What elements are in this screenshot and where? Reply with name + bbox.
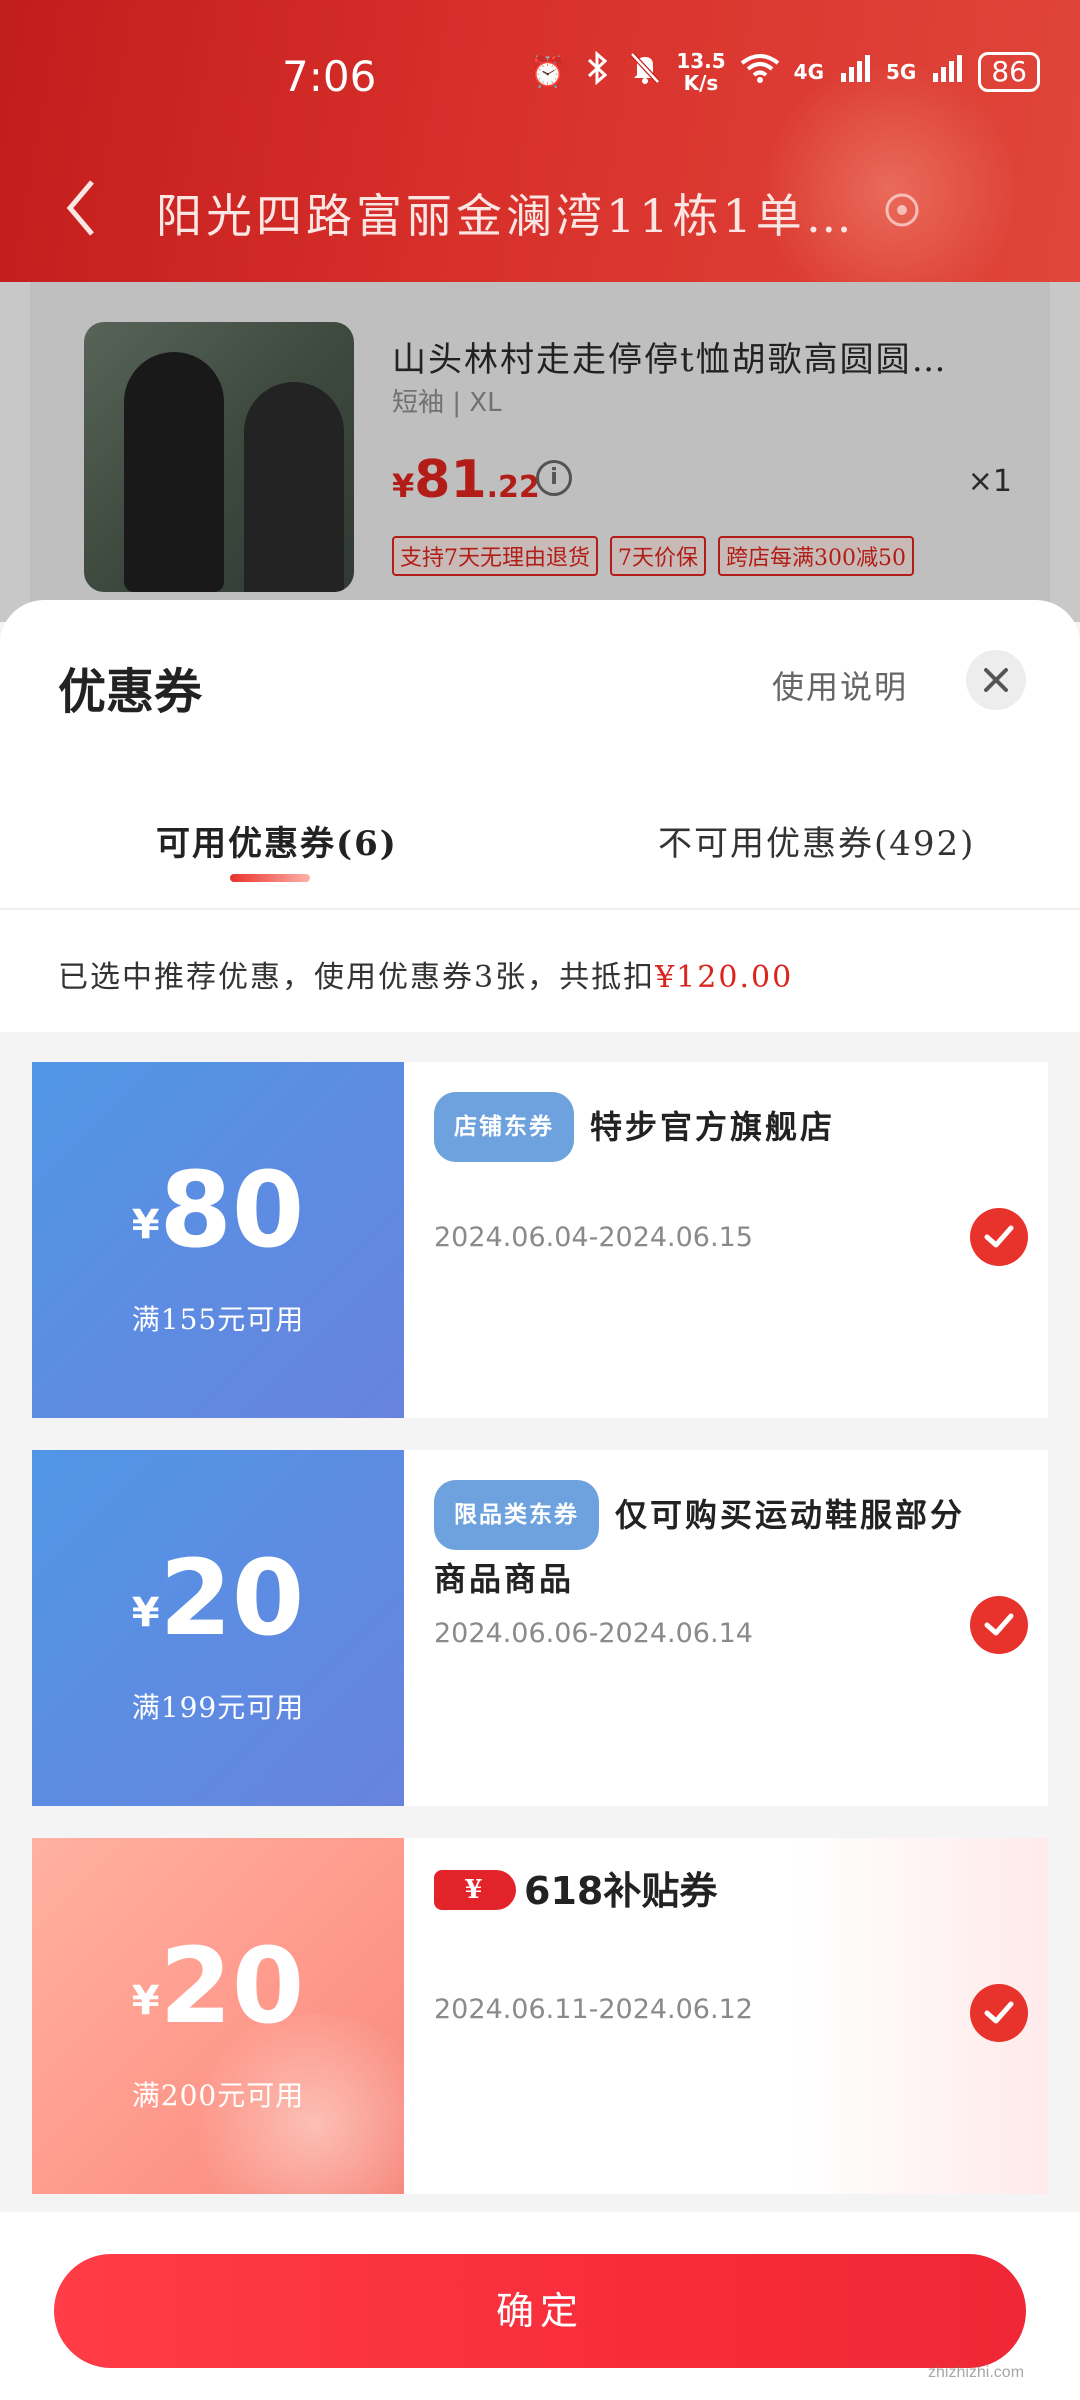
coupon-checkbox[interactable] <box>970 1984 1028 2042</box>
price-decimal: .22 <box>486 470 540 505</box>
network-speed-value: 13.5 <box>676 49 726 73</box>
usage-instructions-link[interactable]: 使用说明 <box>772 662 908 708</box>
coupon-card[interactable]: ¥80 满155元可用 店铺东券 特步官方旗舰店 2024.06.04-2024.… <box>32 1062 1048 1418</box>
network-speed-unit: K/s <box>683 71 719 95</box>
product-image <box>84 322 354 592</box>
coupon-tabs: 可用优惠券(6) 不可用优惠券(492) <box>0 800 1080 910</box>
coupon-amount-value: 20 <box>159 1925 305 2047</box>
header: 7:06 ⏰ 13.5 K/s 4G 5G 86 阳光四路富丽金澜湾11栋1单… <box>0 0 1080 282</box>
tab-available[interactable]: 可用优惠券(6) <box>156 816 398 865</box>
check-icon <box>984 1613 1014 1636</box>
coupon-amount: ¥20 <box>32 1546 404 1650</box>
product-tag: 7天价保 <box>610 536 706 576</box>
coupon-detail-panel: ¥618补贴券 2024.06.11-2024.06.12 <box>404 1838 1048 2194</box>
coupon-title: 特步官方旗舰店 <box>590 1108 836 1146</box>
coupon-type-label: 店铺东券 <box>434 1092 574 1162</box>
watermark: zhizhizhi.com <box>928 2364 1025 2381</box>
price-integer: 81 <box>414 450 487 510</box>
coupon-value-panel: ¥20 满200元可用 <box>32 1838 444 2194</box>
tab-unavailable[interactable]: 不可用优惠券(492) <box>658 816 975 865</box>
coupon-amount-value: 20 <box>159 1537 305 1659</box>
coupon-currency: ¥ <box>131 1978 160 2024</box>
price-currency: ¥ <box>392 467 415 505</box>
check-icon <box>984 1225 1014 1248</box>
product-title: 山头林村走走停停t恤胡歌高圆圆… <box>392 340 948 380</box>
discount-summary: 已选中推荐优惠，使用优惠券3张，共抵扣¥120.00 <box>58 952 793 996</box>
coupon-checkbox[interactable] <box>970 1208 1028 1266</box>
network-5g: 5G <box>886 60 917 84</box>
product-spec: 短袖 | XL <box>392 388 502 418</box>
alarm-icon: ⏰ <box>528 54 567 90</box>
wifi-icon <box>740 53 780 91</box>
coupon-type-label: 限品类东券 <box>434 1480 599 1550</box>
bluetooth-icon <box>580 50 614 93</box>
product-tag: 支持7天无理由退货 <box>392 536 598 576</box>
coupon-card[interactable]: ¥20 满199元可用 限品类东券 仅可购买运动鞋服部分商品商品 2024.06.… <box>32 1450 1048 1806</box>
coupon-list: ¥80 满155元可用 店铺东券 特步官方旗舰店 2024.06.04-2024.… <box>0 1032 1080 2212</box>
sheet-title: 优惠券 <box>58 664 203 720</box>
coupon-title: 618补贴券 <box>524 1869 718 1913</box>
coupon-date: 2024.06.06-2024.06.14 <box>434 1618 753 1649</box>
address-bar: 阳光四路富丽金澜湾11栋1单… <box>0 160 1080 260</box>
battery-indicator: 86 <box>978 52 1040 92</box>
coupon-value-panel: ¥20 满199元可用 <box>32 1450 404 1806</box>
summary-text: 已选中推荐优惠，使用优惠券3张，共抵扣 <box>58 960 656 995</box>
subsidy-badge: ¥ <box>434 1870 516 1910</box>
product-tags: 支持7天无理由退货 7天价保 跨店每满300减50 <box>392 536 914 576</box>
coupon-detail-panel: 限品类东券 仅可购买运动鞋服部分商品商品 2024.06.06-2024.06.1… <box>404 1450 1048 1806</box>
location-pin-icon[interactable] <box>880 190 924 234</box>
coupon-currency: ¥ <box>131 1202 160 1248</box>
coupon-currency: ¥ <box>131 1590 160 1636</box>
summary-amount: ¥120.00 <box>655 960 794 995</box>
info-icon[interactable]: i <box>536 460 572 496</box>
coupon-amount: ¥80 <box>32 1158 404 1262</box>
signal-icon-2 <box>930 53 964 91</box>
tab-active-indicator <box>230 874 310 882</box>
coupon-date: 2024.06.11-2024.06.12 <box>434 1994 753 2025</box>
mute-icon <box>628 51 662 93</box>
product-price: ¥81.22 <box>392 450 540 510</box>
coupon-checkbox[interactable] <box>970 1596 1028 1654</box>
signal-icon <box>838 53 872 91</box>
coupon-detail-panel: 店铺东券 特步官方旗舰店 2024.06.04-2024.06.15 <box>404 1062 1048 1418</box>
confirm-button[interactable]: 确定 <box>54 2254 1026 2368</box>
coupon-threshold: 满199元可用 <box>131 1691 305 1724</box>
network-4g: 4G <box>793 60 825 84</box>
network-speed: 13.5 K/s <box>676 50 725 94</box>
status-time: 7:06 <box>282 52 377 101</box>
coupon-threshold: 满155元可用 <box>131 1303 305 1336</box>
product-quantity: ×1 <box>967 464 1012 499</box>
check-icon <box>984 2001 1014 2024</box>
coupon-amount-value: 80 <box>159 1149 305 1271</box>
delivery-address[interactable]: 阳光四路富丽金澜湾11栋1单… <box>156 180 856 246</box>
coupon-threshold: 满200元可用 <box>131 2079 305 2112</box>
close-icon <box>984 668 1008 692</box>
status-icons: ⏰ 13.5 K/s 4G 5G 86 <box>529 50 1040 94</box>
close-button[interactable] <box>966 650 1026 710</box>
coupon-card[interactable]: ¥20 满200元可用 ¥618补贴券 2024.06.11-2024.06.1… <box>32 1838 1048 2194</box>
coupon-amount: ¥20 <box>32 1934 404 2038</box>
status-bar: 7:06 ⏰ 13.5 K/s 4G 5G 86 <box>0 40 1080 120</box>
coupon-sheet: 优惠券 使用说明 可用优惠券(6) 不可用优惠券(492) 已选中推荐优惠，使用… <box>0 600 1080 2400</box>
coupon-date: 2024.06.04-2024.06.15 <box>434 1222 753 1253</box>
product-tag: 跨店每满300减50 <box>718 536 914 576</box>
back-icon[interactable] <box>58 178 108 238</box>
coupon-value-panel: ¥80 满155元可用 <box>32 1062 404 1418</box>
product-card: 山头林村走走停停t恤胡歌高圆圆… 短袖 | XL ¥81.22 i ×1 支持7… <box>0 282 1080 622</box>
footer: 确定 <box>0 2220 1080 2400</box>
